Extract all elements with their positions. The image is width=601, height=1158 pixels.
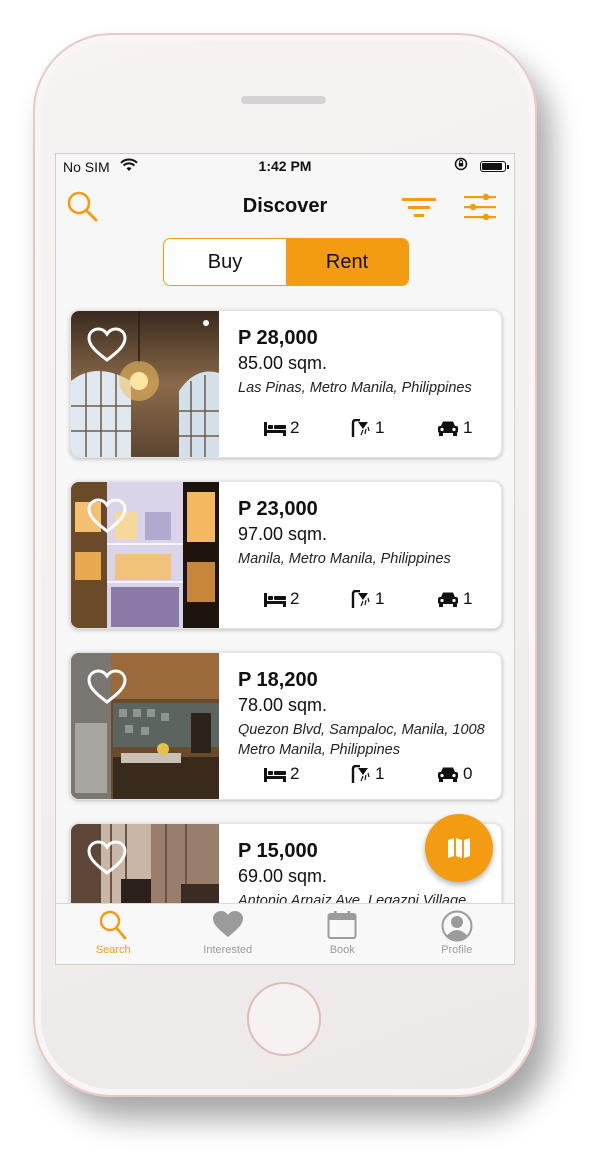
phone-speaker	[241, 96, 326, 104]
listing-area: 85.00 sqm.	[238, 353, 328, 373]
listing-price: P 23,000	[238, 498, 318, 520]
car-icon	[438, 421, 458, 436]
tab-label: Profile	[441, 944, 473, 956]
tab-label: Search	[95, 944, 131, 956]
profile-icon	[441, 910, 473, 942]
bed-icon	[264, 593, 286, 607]
filter-sliders-icon[interactable]	[462, 190, 498, 224]
tab-label: Book	[329, 944, 355, 956]
listing-location: Quezon Blvd, Sampaloc, Manila, 1008 Metr…	[238, 722, 485, 758]
bathrooms-count: 1	[351, 417, 384, 439]
car-icon	[438, 592, 458, 607]
listing-area: 69.00 sqm.	[238, 866, 328, 886]
bedrooms-count: 2	[264, 763, 299, 785]
page-title: Discover	[242, 195, 328, 217]
listing-card[interactable]: P 18,200 78.00 sqm. Quezon Blvd, Sampalo…	[70, 652, 502, 800]
listing-location: Las Pinas, Metro Manila, Philippines	[238, 380, 472, 396]
parking-count: 0	[437, 763, 472, 785]
listing-card[interactable]: P 28,000 85.00 sqm. Las Pinas, Metro Man…	[70, 310, 502, 458]
parking-count: 1	[437, 588, 472, 610]
listing-location: Manila, Metro Manila, Philippines	[238, 551, 451, 567]
home-button[interactable]	[247, 982, 321, 1056]
nav-bar: Discover	[56, 182, 514, 228]
sort-icon[interactable]	[401, 192, 437, 222]
status-bar: No SIM 1:42 PM	[56, 154, 514, 178]
listing-price: P 28,000	[238, 327, 318, 349]
bedrooms-value: 2	[290, 418, 300, 437]
shower-icon	[351, 765, 370, 783]
parking-count: 1	[437, 417, 472, 439]
tab-book[interactable]: Book	[285, 904, 400, 964]
shower-icon	[351, 590, 370, 608]
listing-area: 78.00 sqm.	[238, 695, 328, 715]
map-view-button[interactable]	[425, 814, 493, 882]
tab-label: Interested	[203, 944, 253, 956]
tab-interested[interactable]: Interested	[171, 904, 286, 964]
segment-buy[interactable]: Buy	[164, 239, 286, 285]
listing-area: 97.00 sqm.	[238, 524, 328, 544]
search-icon	[100, 910, 127, 940]
heart-icon	[212, 911, 243, 937]
bedrooms-value: 2	[290, 764, 300, 783]
bed-icon	[264, 768, 286, 782]
shower-icon	[351, 419, 370, 437]
tab-search[interactable]: Search	[56, 904, 171, 964]
bedrooms-count: 2	[264, 588, 299, 610]
battery-icon	[480, 161, 509, 172]
bathrooms-value: 1	[375, 589, 385, 608]
bed-icon	[264, 422, 286, 436]
bathrooms-value: 1	[375, 764, 385, 783]
listing-price: P 15,000	[238, 840, 318, 862]
listing-price: P 18,200	[238, 669, 318, 691]
parking-value: 0	[463, 764, 473, 783]
map-icon	[448, 838, 470, 858]
segment-rent[interactable]: Rent	[286, 239, 408, 285]
calendar-icon	[327, 911, 357, 939]
favorite-heart-icon[interactable]	[87, 498, 127, 534]
bedrooms-count: 2	[264, 417, 299, 439]
car-icon	[438, 767, 458, 782]
app-screen: No SIM 1:42 PM Discover Buy Rent P 28,00…	[55, 153, 515, 965]
bathrooms-count: 1	[351, 588, 384, 610]
bathrooms-count: 1	[351, 763, 384, 785]
bathrooms-value: 1	[375, 418, 385, 437]
parking-value: 1	[463, 589, 473, 608]
parking-value: 1	[463, 418, 473, 437]
tab-profile[interactable]: Profile	[400, 904, 515, 964]
tab-bar: Search Interested Book Profile	[56, 903, 514, 964]
buy-rent-segmented-control: Buy Rent	[163, 238, 409, 286]
listing-card[interactable]: P 23,000 97.00 sqm. Manila, Metro Manila…	[70, 481, 502, 629]
favorite-heart-icon[interactable]	[87, 669, 127, 705]
rotation-lock-icon	[454, 157, 468, 171]
bedrooms-value: 2	[290, 589, 300, 608]
clock: 1:42 PM	[258, 158, 312, 174]
favorite-heart-icon[interactable]	[87, 840, 127, 876]
favorite-heart-icon[interactable]	[87, 327, 127, 363]
